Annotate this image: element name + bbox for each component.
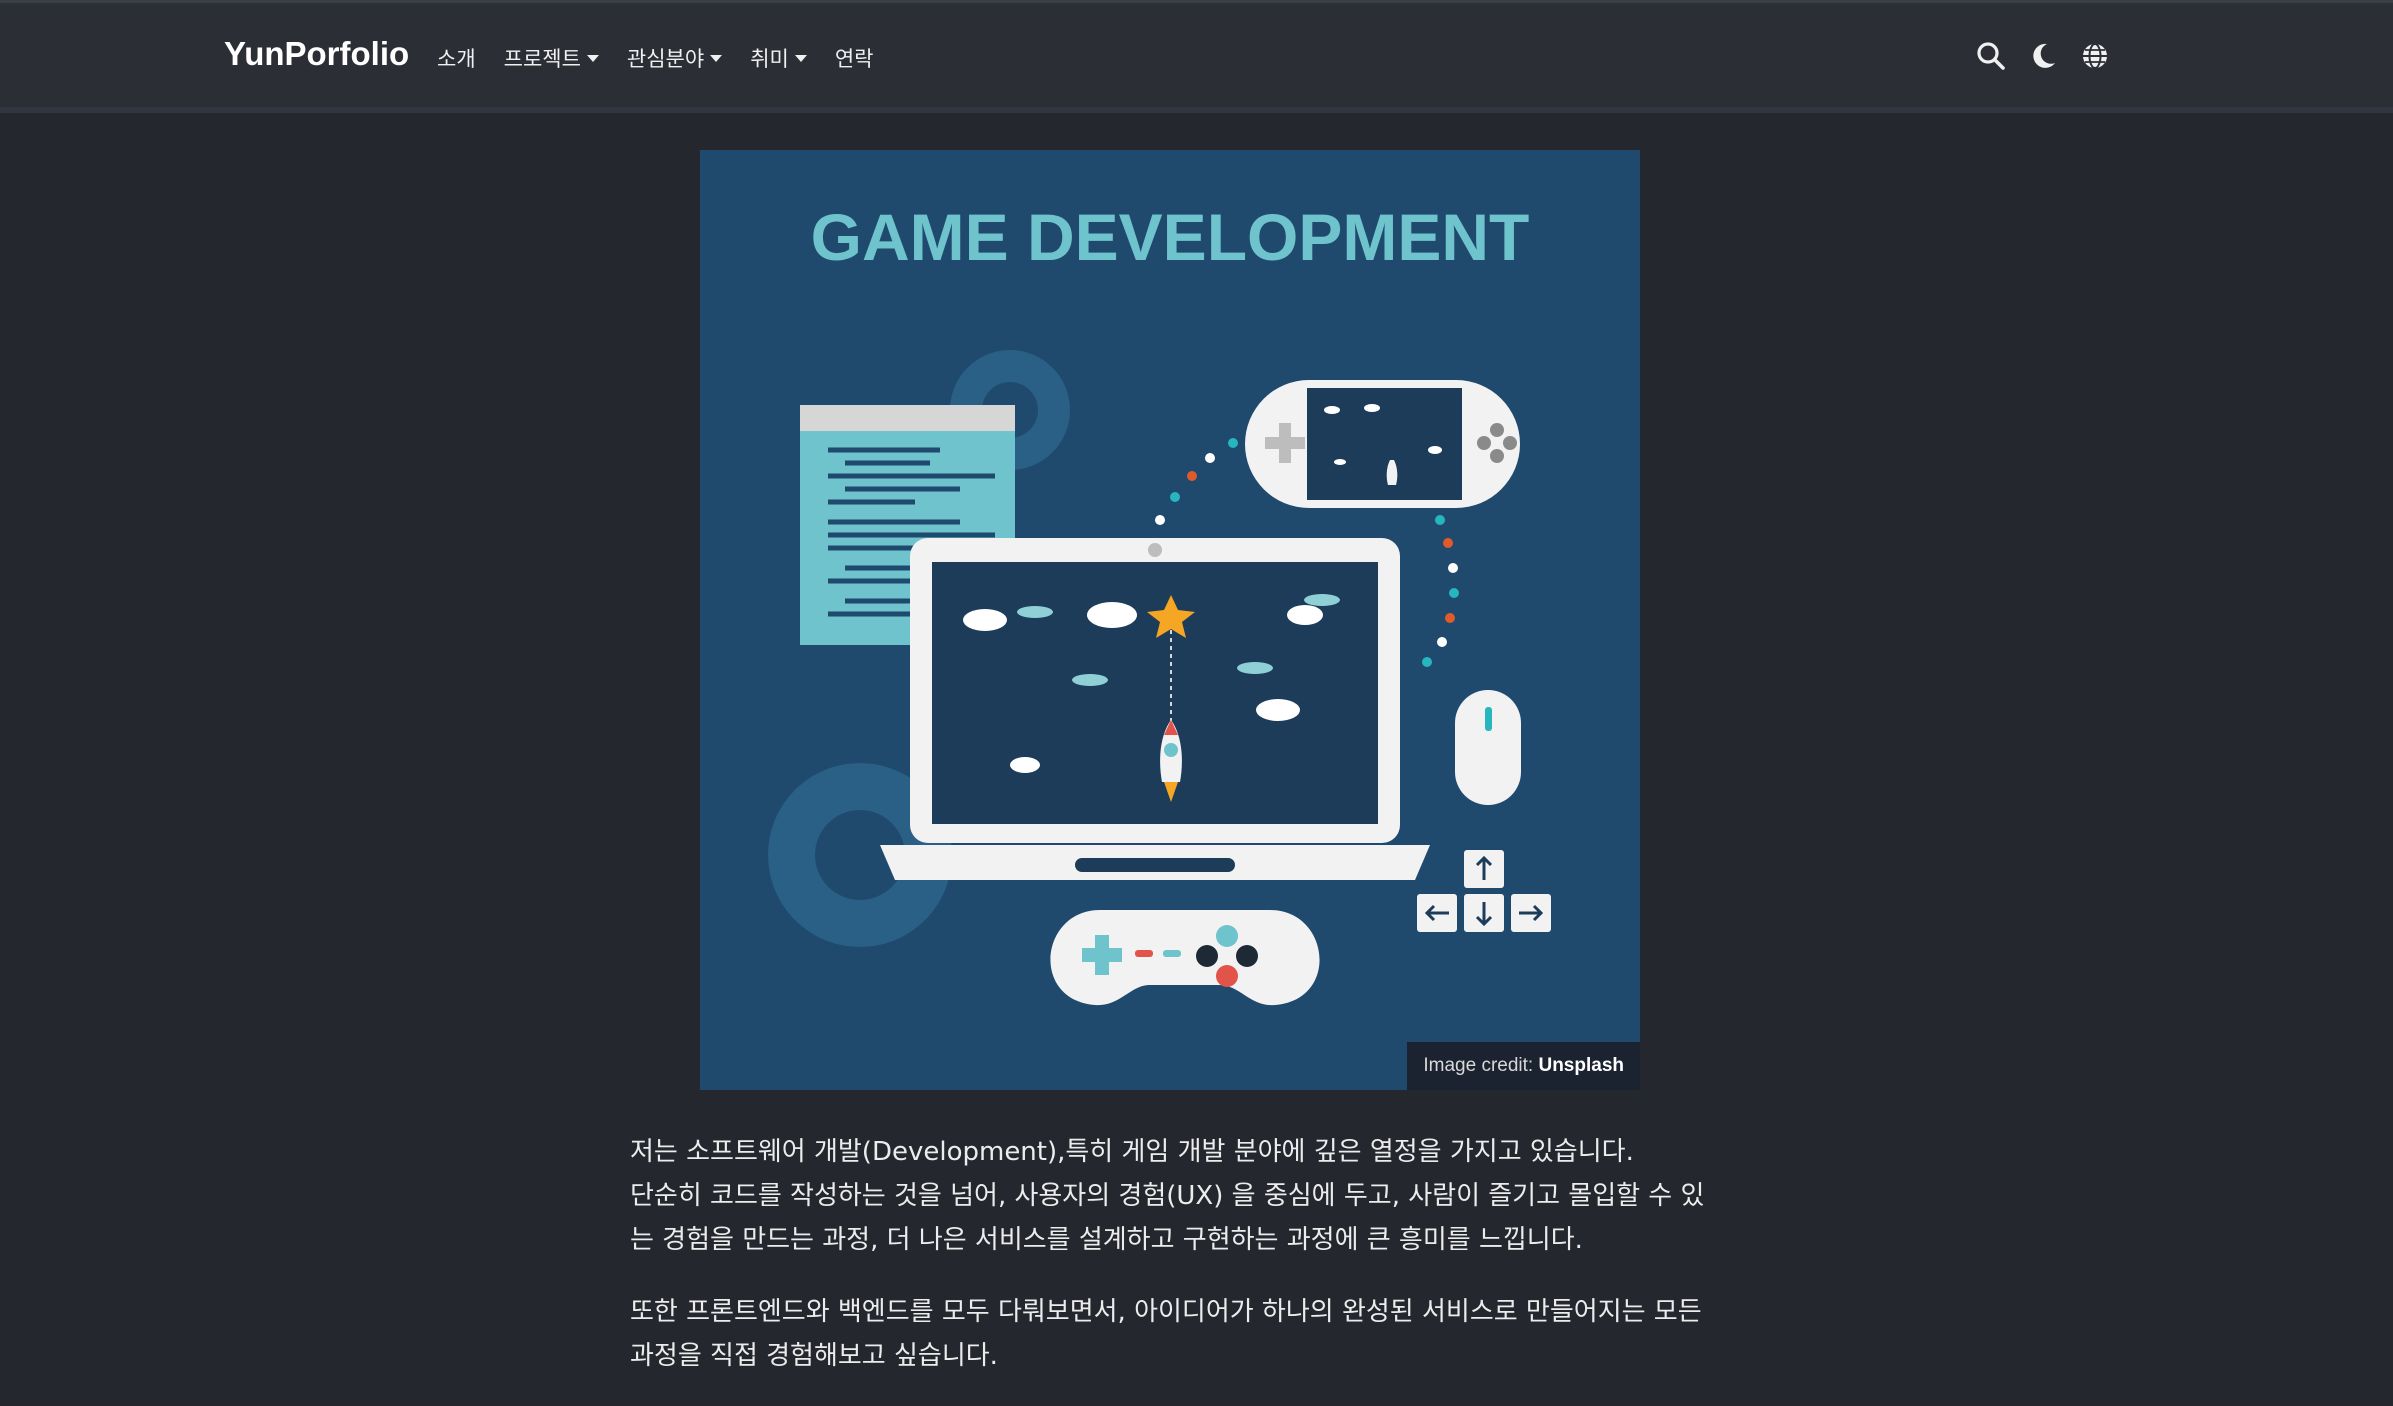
image-credit-prefix: Image credit: [1423,1055,1539,1076]
caret-down-icon [794,54,807,62]
brand-logo[interactable]: YunPorfolio [224,35,409,73]
handheld-console-icon [1245,380,1520,508]
nav-item-label: 프로젝트 [503,47,581,71]
nav-item-intro[interactable]: 소개 [437,43,476,73]
mouse-icon [1455,690,1521,805]
article-body: 저는 소프트웨어 개발(Development),특히 게임 개발 분야에 깊은… [630,1130,1715,1406]
image-credit: Image credit: Unsplash [1407,1042,1640,1090]
nav-item-label: 관심분야 [626,47,705,71]
caret-down-icon [586,54,599,62]
nav-icons [1976,41,2110,71]
nav-item-label: 취미 [750,47,789,71]
hero-title: GAME DEVELOPMENT [811,200,1530,274]
paragraph-line: 저는 소프트웨어 개발(Development),특히 게임 개발 분야에 깊은… [630,1137,1634,1167]
laptop-icon [880,538,1430,880]
game-development-illustration: GAME DEVELOPMENT [700,150,1640,1090]
search-icon[interactable] [1976,41,2006,71]
hero-image: GAME DEVELOPMENT Image credit: Unsplash [700,150,1640,1090]
globe-icon[interactable] [2080,41,2110,71]
nav-item-hobbies[interactable]: 취미 [750,43,807,73]
nav-item-contact[interactable]: 연락 [835,43,874,73]
nav-item-label: 연락 [834,47,874,71]
paragraph: 또한 프론트엔드와 백엔드를 모두 다뤄보면서, 아이디어가 하나의 완성된 서… [630,1297,1702,1371]
paragraph-line: 단순히 코드를 작성하는 것을 넘어, 사용자의 경험(UX) 을 중심에 두고… [630,1181,1705,1255]
nav-item-projects[interactable]: 프로젝트 [504,43,599,73]
caret-down-icon [710,54,723,62]
nav-item-label: 소개 [437,47,476,71]
nav-item-interests[interactable]: 관심분야 [626,43,723,73]
image-credit-link[interactable]: Unsplash [1538,1055,1624,1076]
paragraph: 저는 소프트웨어 개발(Development),특히 게임 개발 분야에 깊은… [630,1130,1715,1262]
nav-menu: 소개 프로젝트 관심분야 취미 연락 [437,43,873,73]
navbar: YunPorfolio 소개 프로젝트 관심분야 취미 연락 [0,3,2393,113]
moon-icon[interactable] [2028,41,2058,71]
